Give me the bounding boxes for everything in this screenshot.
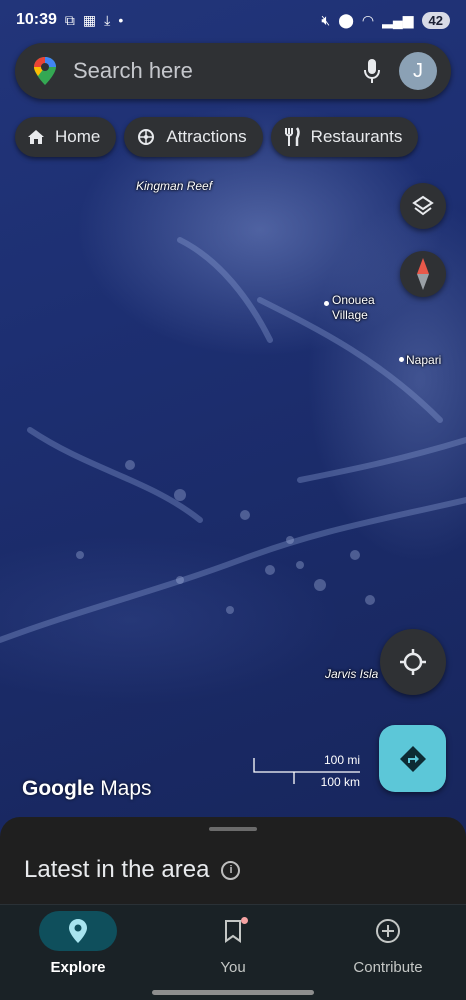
mute-icon: 🔇︎ (321, 11, 331, 28)
map-scale: 100 mi 100 km (252, 752, 362, 792)
scale-metric: 100 km (320, 775, 360, 789)
chip-label: Home (55, 127, 101, 146)
home-icon (28, 130, 44, 144)
nav-item-you[interactable]: You (173, 911, 293, 976)
chip-label: Restaurants (310, 127, 403, 146)
my-location-button[interactable] (380, 629, 446, 695)
chip-attractions[interactable]: Attractions (124, 117, 263, 157)
layers-icon (412, 195, 434, 216)
google-maps-watermark: Google Maps (22, 777, 152, 801)
notification-badge (241, 917, 248, 924)
download-icon: ⤓ (104, 11, 111, 28)
directions-button[interactable] (379, 725, 446, 792)
compass-button[interactable] (400, 251, 446, 297)
avatar[interactable]: J (399, 52, 437, 90)
bottom-sheet[interactable]: Latest in the area i (0, 817, 466, 907)
location-icon: ⬤ (338, 11, 354, 28)
nav-item-contribute[interactable]: Contribute (328, 911, 448, 976)
place-label-jarvis-island[interactable]: Jarvis Isla (325, 667, 378, 682)
calendar-icon: ▦ (82, 11, 97, 28)
layers-button[interactable] (400, 183, 446, 229)
place-marker-dot[interactable] (399, 357, 404, 362)
battery-level: 42 (421, 11, 450, 29)
nav-label: Explore (50, 959, 106, 976)
screenshot-icon: ⧉ (64, 11, 75, 28)
search-bar[interactable]: Search here J (15, 43, 451, 99)
microphone-icon[interactable] (363, 58, 381, 84)
nav-active-indicator (39, 911, 117, 951)
nav-item-explore[interactable]: Explore (18, 911, 138, 976)
chip-home[interactable]: Home (15, 117, 117, 157)
search-input[interactable]: Search here (73, 58, 363, 84)
status-time: 10:39 (16, 11, 57, 28)
sheet-drag-handle[interactable] (209, 827, 257, 831)
nav-icon-container (349, 911, 427, 951)
place-label-kingman-reef[interactable]: Kingman Reef (136, 179, 212, 194)
location-pin-icon (69, 919, 87, 943)
nav-icon-container (194, 911, 272, 951)
scale-imperial: 100 mi (323, 753, 360, 767)
category-chips: Home Attractions Restaurants (15, 117, 419, 157)
google-maps-logo-icon (34, 57, 56, 85)
bottom-navigation: Explore You Contribute (0, 904, 466, 1000)
directions-icon (399, 745, 426, 772)
sheet-title-text: Latest in the area (24, 856, 210, 883)
place-label-napari[interactable]: Napari (406, 353, 441, 368)
info-icon[interactable]: i (221, 860, 241, 880)
nav-label: You (220, 959, 246, 976)
chip-restaurants[interactable]: Restaurants (270, 117, 419, 157)
place-label-onouea-village[interactable]: Onouea Village (332, 293, 375, 323)
wifi-icon: ◠ (361, 11, 375, 28)
sheet-title: Latest in the area i (24, 856, 241, 884)
watermark-product: Maps (100, 777, 152, 800)
place-marker-dot[interactable] (324, 301, 329, 306)
compass-icon (417, 258, 429, 290)
add-circle-icon (376, 919, 400, 943)
status-bar: 10:39 ⧉ ▦ ⤓ • 🔇︎ ⬤ ◠ ▂▄▆ 42 (0, 0, 466, 40)
attractions-icon (138, 129, 155, 145)
restaurants-icon (284, 127, 300, 146)
gesture-handle[interactable] (152, 990, 314, 995)
watermark-brand: Google (22, 777, 95, 800)
notification-dot-icon: • (118, 12, 124, 28)
crosshair-icon (400, 649, 426, 675)
chip-label: Attractions (166, 127, 247, 146)
signal-icon: ▂▄▆ (382, 11, 414, 28)
nav-label: Contribute (353, 959, 423, 976)
bookmark-icon (225, 920, 241, 943)
